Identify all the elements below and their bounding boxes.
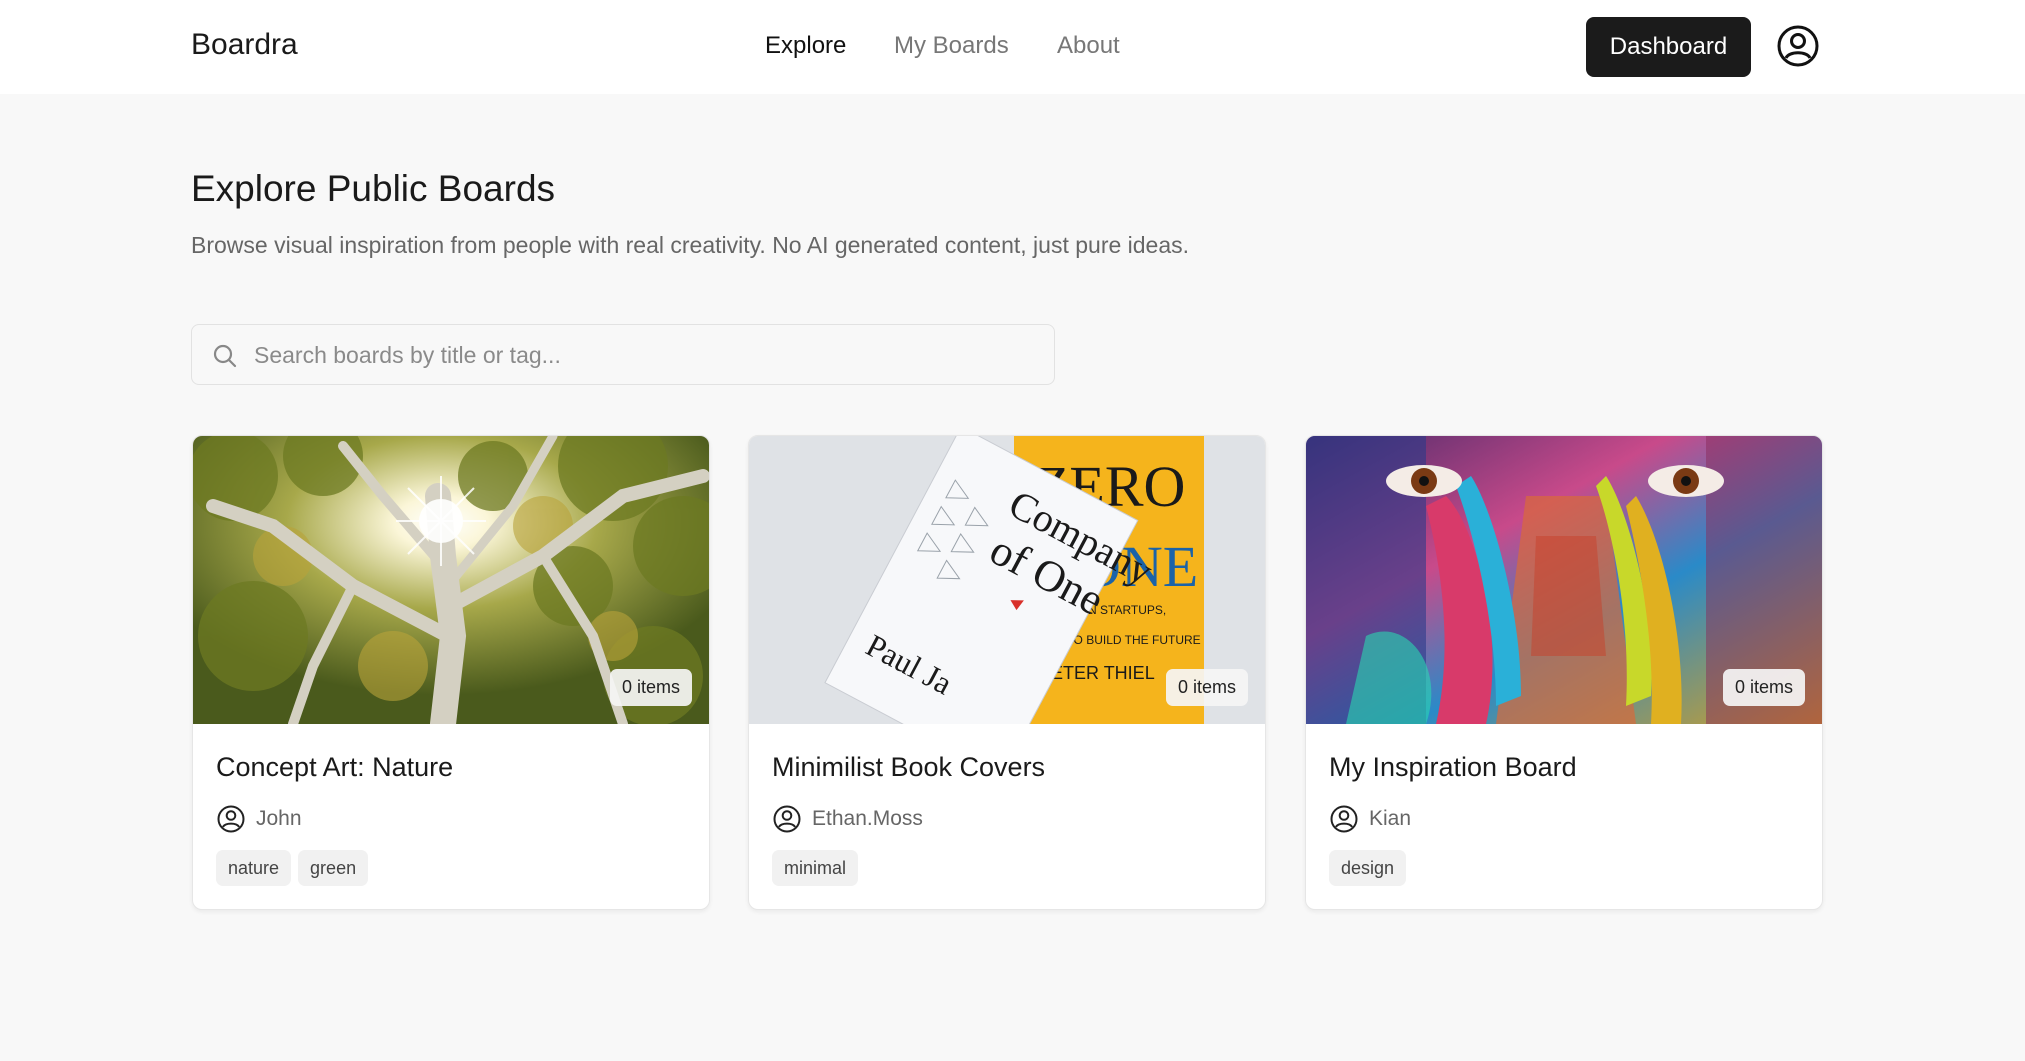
items-count-badge: 0 items: [609, 669, 692, 706]
tag-list: design: [1329, 850, 1407, 886]
top-navigation-bar: Boardra Explore My Boards About Dashboar…: [0, 0, 2025, 94]
tag[interactable]: design: [1329, 850, 1407, 886]
owner-name: Kian: [1369, 807, 1412, 830]
user-circle-icon[interactable]: [1776, 24, 1820, 68]
page-subtitle: Browse visual inspiration from people wi…: [191, 232, 1190, 258]
search-box: [191, 324, 1055, 386]
tag[interactable]: green: [298, 850, 369, 886]
tag-list: nature green: [216, 850, 369, 886]
owner-name: John: [256, 807, 302, 830]
owner-name: Ethan.Moss: [812, 807, 923, 830]
board-card[interactable]: 0 items Concept Art: Nature John nature …: [192, 435, 710, 910]
items-count-badge: 0 items: [1165, 669, 1248, 706]
tag-list: minimal: [772, 850, 859, 886]
user-circle-icon: [1329, 804, 1359, 834]
page-title: Explore Public Boards: [191, 168, 556, 209]
board-card[interactable]: 0 items My Inspiration Board Kian design: [1305, 435, 1823, 910]
board-title[interactable]: Concept Art: Nature: [216, 752, 453, 783]
board-title[interactable]: Minimilist Book Covers: [772, 752, 1045, 783]
search-icon: [212, 343, 238, 369]
board-card[interactable]: ZERO TO ONE NOTES ON STARTUPS, HOW TO BU…: [748, 435, 1266, 910]
tag[interactable]: minimal: [772, 850, 859, 886]
tag[interactable]: nature: [216, 850, 292, 886]
items-count-badge: 0 items: [1722, 669, 1805, 706]
dashboard-button[interactable]: Dashboard: [1586, 17, 1751, 77]
user-circle-icon: [216, 804, 246, 834]
nav-explore[interactable]: Explore: [765, 32, 846, 60]
nav-my-boards[interactable]: My Boards: [894, 32, 1009, 60]
user-circle-icon: [772, 804, 802, 834]
board-title[interactable]: My Inspiration Board: [1329, 752, 1577, 783]
nav-about[interactable]: About: [1057, 32, 1120, 60]
search-input[interactable]: [252, 325, 1036, 386]
